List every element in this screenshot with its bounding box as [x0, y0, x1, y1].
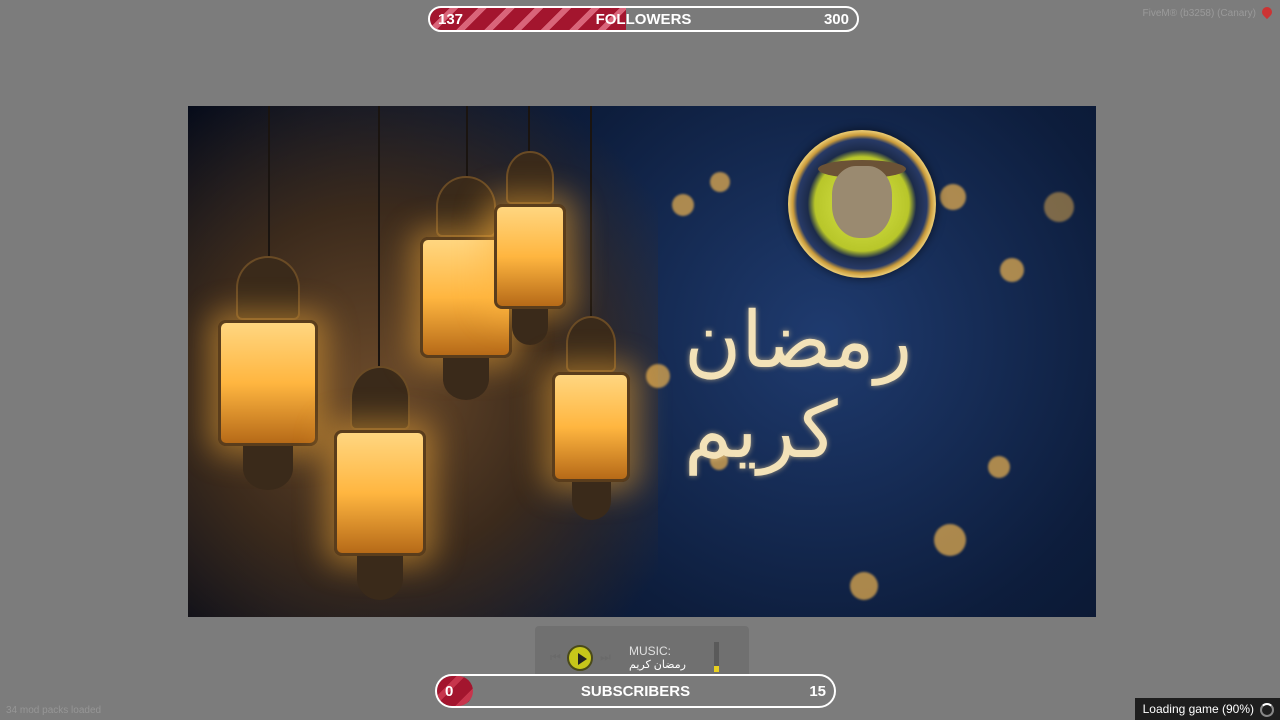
mod-packs-status: 34 mod packs loaded — [6, 705, 102, 716]
play-button[interactable] — [567, 645, 593, 671]
previous-track-icon[interactable]: ⏮ — [550, 650, 561, 665]
loading-spinner-icon — [1260, 703, 1274, 717]
music-label: MUSIC: — [629, 644, 671, 658]
followers-label: FOLLOWERS — [595, 10, 692, 28]
loading-text: Loading game (90%) — [1142, 702, 1254, 716]
lantern — [552, 316, 630, 520]
bokeh-light — [1044, 192, 1074, 222]
lantern — [334, 366, 426, 600]
lantern — [218, 256, 318, 490]
fivem-icon — [1259, 4, 1275, 20]
build-title: FiveM® (b3258) (Canary) — [1142, 8, 1256, 19]
lantern — [494, 151, 566, 345]
bokeh-light — [940, 184, 966, 210]
ramadan-kareem-calligraphy: رمضان كريم — [684, 296, 913, 476]
volume-slider[interactable] — [714, 642, 719, 672]
bokeh-light — [710, 172, 730, 192]
music-track-title: رمضان كريم — [629, 659, 686, 671]
lantern-chain — [590, 106, 592, 316]
bokeh-light — [850, 572, 878, 600]
subscribers-goal-bar: 0 SUBSCRIBERS 15 — [435, 674, 836, 708]
followers-goal: 300 — [823, 10, 849, 28]
server-emblem-logo — [788, 130, 936, 278]
bokeh-light — [672, 194, 694, 216]
lantern-chain — [528, 106, 530, 151]
ramadan-banner-image: رمضان كريم — [188, 106, 1096, 617]
subscribers-goal: 15 — [809, 682, 826, 700]
lantern-chain — [378, 106, 380, 366]
followers-goal-bar: 137 FOLLOWERS 300 — [428, 6, 859, 32]
bokeh-light — [934, 524, 966, 556]
volume-level — [714, 666, 719, 672]
lantern-chain — [466, 106, 468, 176]
bokeh-light — [1000, 258, 1024, 282]
subscribers-label: SUBSCRIBERS — [580, 682, 691, 700]
next-track-icon[interactable]: ⏭ — [600, 650, 611, 665]
bokeh-light — [646, 364, 670, 388]
lantern-chain — [268, 106, 270, 256]
loading-status: Loading game (90%) — [1134, 698, 1280, 720]
